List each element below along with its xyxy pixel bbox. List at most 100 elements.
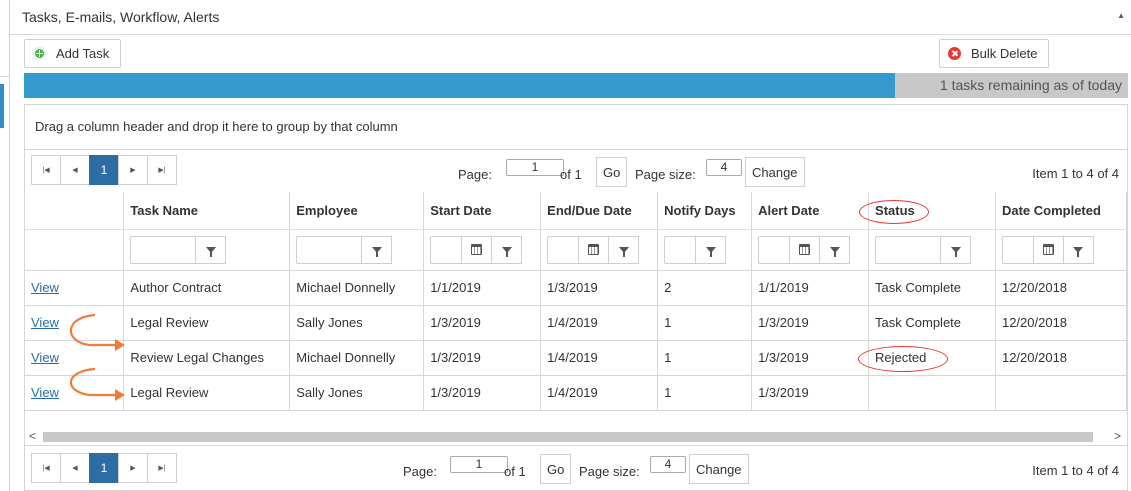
date-completed-cell [995,375,1128,411]
go-button[interactable]: Go [596,157,628,187]
view-link[interactable]: View [31,315,59,330]
status-cell: Task Complete [868,305,996,341]
first-page-icon[interactable]: |◀ [31,155,61,185]
start-date-cell: 1/3/2019 [423,305,542,341]
tasks-table: Task Name Employee Start Date End/Due Da… [25,192,1128,411]
view-link[interactable]: View [31,350,59,365]
alert-date-cell: 1/3/2019 [751,305,870,341]
status-cell [868,375,996,411]
employee-cell: Michael Donnelly [289,340,425,376]
current-page-button[interactable]: 1 [89,453,119,483]
progress-fill [24,73,896,98]
change-button[interactable]: Change [745,157,805,187]
filter-icon[interactable] [196,235,227,264]
start-date-cell: 1/1/2019 [423,270,542,306]
view-link[interactable]: View [31,385,59,400]
calendar-icon[interactable] [462,235,493,264]
table-row: View Review Legal Changes Michael Donnel… [25,340,1128,376]
scroll-left-icon[interactable]: < [29,429,36,443]
notify-days-cell: 1 [657,305,753,341]
page-size-input[interactable]: 4 [706,159,742,176]
next-page-icon[interactable]: ▶ [118,453,148,483]
left-sidebar-edge [0,0,10,491]
current-page-button[interactable]: 1 [89,155,119,185]
rejected-annotation-circle [858,346,948,372]
column-header-employee[interactable]: Employee [289,192,425,230]
end-date-cell: 1/3/2019 [540,270,659,306]
tasks-grid: Drag a column header and drop it here to… [24,104,1128,491]
status-filter-input[interactable] [875,235,942,264]
table-row: View Author Contract Michael Donnelly 1/… [25,270,1128,306]
panel-header[interactable]: Tasks, E-mails, Workflow, Alerts ▲ [10,0,1131,35]
date-completed-cell: 12/20/2018 [995,305,1128,341]
page-size-label: Page size: [579,464,640,479]
workflow-arrows-annotation [69,313,125,401]
filter-icon[interactable] [941,235,972,264]
notify-days-filter-input[interactable] [664,235,697,264]
table-row: View Legal Review Sally Jones 1/3/2019 1… [25,375,1128,411]
calendar-icon[interactable] [1033,235,1064,264]
alert-date-cell: 1/1/2019 [751,270,870,306]
delete-icon [948,47,961,60]
page-of-label: of 1 [560,167,582,182]
filter-icon[interactable] [609,235,640,264]
task-name-cell: Author Contract [123,270,291,306]
start-date-filter-input[interactable] [430,235,463,264]
arrow-head [115,339,125,351]
employee-filter-input[interactable] [296,235,363,264]
scrollbar-thumb[interactable] [43,432,1093,442]
add-task-label: Add Task [56,46,110,61]
sidebar-divider [0,76,10,77]
column-header-task-name[interactable]: Task Name [123,192,291,230]
column-header-alert-date[interactable]: Alert Date [751,192,870,230]
horizontal-scrollbar[interactable]: < > [25,429,1127,445]
filter-icon[interactable] [362,235,393,264]
first-page-icon[interactable]: |◀ [31,453,61,483]
bulk-delete-button[interactable]: Bulk Delete [939,39,1049,68]
next-page-icon[interactable]: ▶ [118,155,148,185]
go-button[interactable]: Go [540,454,572,484]
filter-icon[interactable] [696,235,727,264]
notify-days-cell: 1 [657,340,753,376]
filter-icon[interactable] [820,235,851,264]
status-cell: Task Complete [868,270,996,306]
add-task-button[interactable]: Add Task [24,39,121,68]
page-input[interactable]: 1 [450,456,508,473]
collapse-up-icon[interactable]: ▲ [1117,11,1125,20]
page-size-input[interactable]: 4 [650,456,686,473]
header-row: Task Name Employee Start Date End/Due Da… [25,192,1128,230]
column-header-actions [25,192,125,230]
sidebar-selected-indicator [0,84,4,128]
scroll-right-icon[interactable]: > [1114,429,1121,443]
end-date-cell: 1/4/2019 [540,305,659,341]
calendar-icon[interactable] [579,235,610,264]
page-input[interactable]: 1 [506,159,564,176]
page-label: Page: [403,464,437,479]
end-date-filter-input[interactable] [547,235,580,264]
filter-cell-empty [25,229,125,271]
calendar-icon[interactable] [790,235,821,264]
column-header-end-due-date[interactable]: End/Due Date [540,192,659,230]
filter-icon[interactable] [492,235,523,264]
column-header-date-completed[interactable]: Date Completed [995,192,1128,230]
task-name-filter-input[interactable] [130,235,197,264]
add-icon [33,47,46,60]
alert-date-cell: 1/3/2019 [751,340,870,376]
date-completed-cell: 12/20/2018 [995,340,1128,376]
view-link[interactable]: View [31,280,59,295]
end-date-cell: 1/4/2019 [540,340,659,376]
prev-page-icon[interactable]: ◀ [60,453,90,483]
alert-date-filter-input[interactable] [758,235,791,264]
prev-page-icon[interactable]: ◀ [60,155,90,185]
filter-icon[interactable] [1063,235,1094,264]
tasks-progress-bar: 1 tasks remaining as of today [24,73,1128,98]
column-header-notify-days[interactable]: Notify Days [657,192,753,230]
table-row: View Legal Review Sally Jones 1/3/2019 1… [25,305,1128,341]
last-page-icon[interactable]: ▶| [147,453,177,483]
date-completed-filter-input[interactable] [1001,235,1034,264]
last-page-icon[interactable]: ▶| [147,155,177,185]
change-button[interactable]: Change [689,454,749,484]
bulk-delete-label: Bulk Delete [971,46,1038,61]
column-header-start-date[interactable]: Start Date [423,192,542,230]
arrow-head [115,389,125,401]
